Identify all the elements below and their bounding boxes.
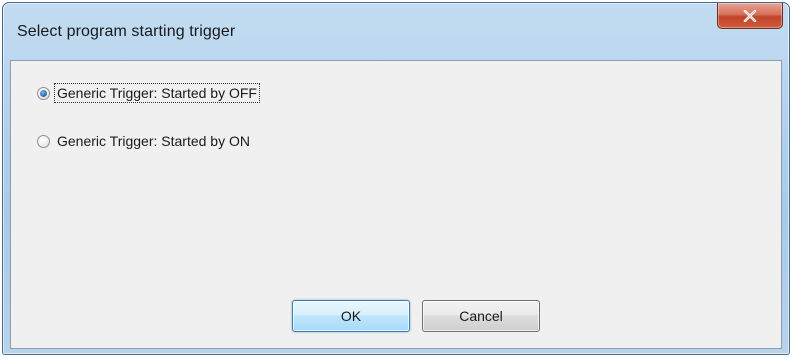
- dialog-title: Select program starting trigger: [17, 23, 236, 40]
- radio-button-unchecked[interactable]: [37, 134, 50, 148]
- close-button[interactable]: [717, 3, 783, 29]
- title-bar[interactable]: Select program starting trigger: [3, 3, 789, 60]
- dialog-body: Generic Trigger: Started by OFF Generic …: [10, 60, 782, 349]
- close-icon: [743, 9, 757, 22]
- option-label[interactable]: Generic Trigger: Started by ON: [55, 132, 252, 150]
- ok-button[interactable]: OK: [292, 300, 410, 332]
- option-started-by-on[interactable]: Generic Trigger: Started by ON: [37, 131, 252, 151]
- radio-button-checked[interactable]: [37, 86, 50, 100]
- dialog-window: Select program starting trigger Generic …: [2, 2, 790, 355]
- option-started-by-off[interactable]: Generic Trigger: Started by OFF: [37, 83, 260, 103]
- cancel-button[interactable]: Cancel: [422, 300, 540, 332]
- option-label[interactable]: Generic Trigger: Started by OFF: [54, 83, 260, 103]
